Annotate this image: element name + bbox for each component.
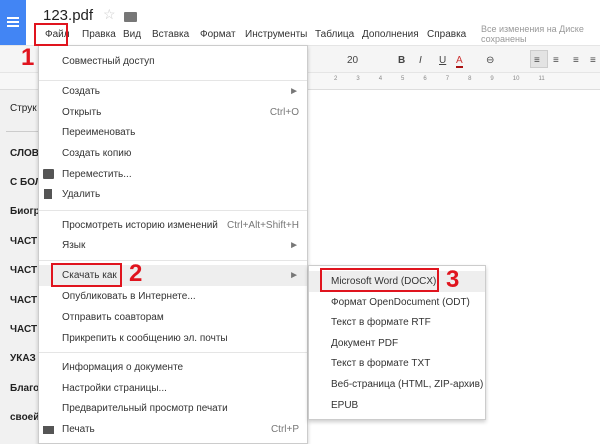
download-html[interactable]: Веб-страница (HTML, ZIP-архив) <box>309 374 485 395</box>
annotation-box-docx <box>320 268 439 292</box>
download-pdf[interactable]: Документ PDF <box>309 333 485 354</box>
annotation-number: 3 <box>446 266 460 293</box>
menu-item-print[interactable]: Печать Ctrl+P <box>39 419 307 440</box>
bold-button[interactable]: B <box>398 55 405 66</box>
ruler-ticks: 2 3 4 5 6 7 8 9 10 11 <box>334 76 545 82</box>
outline-item[interactable]: СЛОВ <box>10 148 39 159</box>
menu-item-email-attachment[interactable]: Прикрепить к сообщению эл. почты <box>39 328 307 349</box>
download-txt[interactable]: Текст в формате TXT <box>309 353 485 374</box>
annotation-number: 2 <box>129 260 143 287</box>
menu-item-move[interactable]: Переместить... <box>39 164 307 185</box>
menu-tools[interactable]: Инструменты <box>245 29 307 40</box>
align-center-icon[interactable]: ≡ <box>553 55 559 66</box>
outline-item[interactable]: ЧАСТ <box>10 295 37 306</box>
printer-icon <box>43 426 54 434</box>
outline-item[interactable]: ЧАСТ <box>10 324 37 335</box>
menu-item-publish[interactable]: Опубликовать в Интернете... <box>39 286 307 307</box>
align-left-icon: ≡ <box>534 55 540 66</box>
annotation-number: 1 <box>21 44 35 71</box>
menu-item-language[interactable]: Язык ► <box>39 235 307 256</box>
menu-view[interactable]: Вид <box>123 29 141 40</box>
menu-item-history[interactable]: Просмотреть историю изменений Ctrl+Alt+Sh… <box>39 215 307 236</box>
italic-button[interactable]: I <box>419 55 422 66</box>
menu-table[interactable]: Таблица <box>315 29 354 40</box>
menu-item-document-details[interactable]: Информация о документе <box>39 357 307 378</box>
folder-icon[interactable] <box>124 12 137 22</box>
star-icon[interactable]: ☆ <box>103 6 116 23</box>
outline-item[interactable]: своей <box>10 412 39 423</box>
download-epub[interactable]: EPUB <box>309 395 485 416</box>
annotation-box-download <box>51 263 122 287</box>
download-rtf[interactable]: Текст в формате RTF <box>309 312 485 333</box>
outline-item[interactable]: С БОЛ <box>10 177 42 188</box>
outline-item[interactable]: УКАЗ <box>10 353 36 364</box>
menu-item-share[interactable]: Совместный доступ <box>39 51 307 72</box>
menu-edit[interactable]: Правка <box>82 29 116 40</box>
file-menu: Совместный доступ Создать ► Открыть Ctrl+O… <box>38 45 308 444</box>
trash-icon <box>44 189 52 199</box>
menu-item-rename[interactable]: Переименовать <box>39 122 307 143</box>
menu-item-delete[interactable]: Удалить <box>39 184 307 205</box>
annotation-box-file <box>34 23 68 46</box>
menu-item-open[interactable]: Открыть Ctrl+O <box>39 102 307 123</box>
menu-item-copy[interactable]: Создать копию <box>39 143 307 164</box>
menu-item-email-collaborators[interactable]: Отправить соавторам <box>39 307 307 328</box>
outline-item[interactable]: ЧАСТ <box>10 265 37 276</box>
align-right-icon[interactable]: ≡ <box>573 55 579 66</box>
underline-button[interactable]: U <box>439 55 446 66</box>
save-status: Все изменения на Диске сохранены <box>481 24 584 44</box>
menu-help[interactable]: Справка <box>427 29 466 40</box>
justify-icon[interactable]: ≡ <box>590 55 596 66</box>
menu-addons[interactable]: Дополнения <box>362 29 419 40</box>
download-odt[interactable]: Формат OpenDocument (ODT) <box>309 292 485 313</box>
outline-item[interactable]: ЧАСТ <box>10 236 37 247</box>
link-icon[interactable]: ⊖ <box>486 55 494 66</box>
outline-item[interactable]: Благо <box>10 383 39 394</box>
document-title[interactable]: 123.pdf <box>43 7 93 24</box>
outline-item[interactable]: Биогр <box>10 206 40 217</box>
menu-format[interactable]: Формат <box>200 29 236 40</box>
folder-icon <box>43 169 54 179</box>
menu-item-page-setup[interactable]: Настройки страницы... <box>39 378 307 399</box>
menu-insert[interactable]: Вставка <box>152 29 189 40</box>
outline-item[interactable]: Струк <box>10 103 37 114</box>
menu-item-new[interactable]: Создать ► <box>39 81 307 102</box>
font-size-select[interactable]: 20 <box>347 55 358 66</box>
docs-home-logo[interactable] <box>0 0 26 45</box>
text-color-button[interactable]: A <box>456 55 463 68</box>
outline-divider <box>6 131 38 132</box>
menu-item-print-preview[interactable]: Предварительный просмотр печати <box>39 398 307 419</box>
